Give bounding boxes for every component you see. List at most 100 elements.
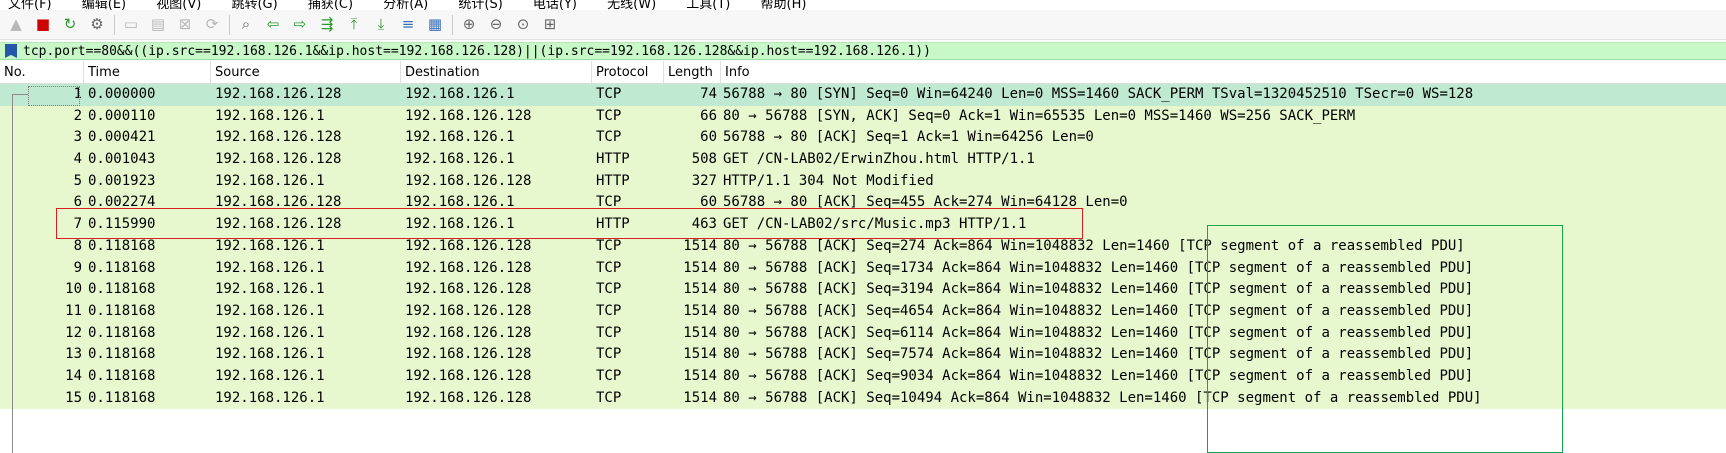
packet-row[interactable]: 3 0.000421 192.168.126.128 192.168.126.1… [0, 127, 1726, 150]
packet-destination: 192.168.126.128 [405, 259, 532, 276]
open-file-icon[interactable]: ▭ [121, 15, 141, 35]
packet-protocol: TCP [596, 324, 622, 341]
packet-row[interactable]: 11 0.118168 192.168.126.1 192.168.126.12… [0, 300, 1726, 323]
autoscroll-icon[interactable]: ≡ [398, 15, 418, 35]
packet-row[interactable]: 8 0.118168 192.168.126.1 192.168.126.128… [0, 235, 1726, 258]
packet-row[interactable]: 1 0.000000 192.168.126.128 192.168.126.1… [0, 84, 1726, 106]
packet-row[interactable]: 10 0.118168 192.168.126.1 192.168.126.12… [0, 279, 1726, 301]
stop-capture-icon[interactable]: ■ [33, 15, 53, 35]
packet-length: 1514 [683, 302, 717, 319]
packet-length: 463 [691, 216, 717, 233]
column-header-destination[interactable]: Destination [401, 61, 592, 84]
packet-time: 0.001923 [88, 172, 156, 189]
packet-number: 4 [73, 151, 82, 168]
shark-fin-icon[interactable]: ▲ [6, 15, 26, 35]
zoom-in-icon[interactable]: ⊕ [459, 15, 479, 35]
column-header-source[interactable]: Source [211, 61, 401, 84]
packet-row[interactable]: 5 0.001923 192.168.126.1 192.168.126.128… [0, 170, 1726, 193]
go-first-packet-icon[interactable]: ⤒ [344, 15, 364, 35]
packet-info: HTTP/1.1 304 Not Modified [723, 172, 934, 189]
packet-destination: 192.168.126.1 [405, 86, 515, 102]
packet-source: 192.168.126.1 [215, 302, 325, 319]
packet-length: 1514 [683, 324, 717, 341]
packet-source: 192.168.126.128 [215, 216, 342, 233]
menu-bar: 文件(F) 编辑(E) 视图(V) 跳转(G) 捕获(C) 分析(A) 统计(S… [0, 0, 1726, 12]
packet-destination: 192.168.126.1 [405, 151, 515, 168]
save-file-icon[interactable]: ▤ [148, 15, 168, 35]
packet-destination: 192.168.126.128 [405, 324, 532, 341]
close-file-icon[interactable]: ⊠ [175, 15, 195, 35]
packet-destination: 192.168.126.1 [405, 129, 515, 146]
packet-row[interactable]: 9 0.118168 192.168.126.1 192.168.126.128… [0, 257, 1726, 280]
packet-number: 5 [73, 172, 82, 189]
column-header-length[interactable]: Length [664, 61, 721, 84]
toolbar-separator [229, 14, 230, 35]
packet-info: 80 → 56788 [ACK] Seq=4654 Ack=864 Win=10… [723, 302, 1474, 319]
packet-row[interactable]: 7 0.115990 192.168.126.128 192.168.126.1… [0, 214, 1726, 236]
packet-time: 0.118168 [88, 302, 156, 319]
bookmark-icon[interactable] [5, 44, 17, 58]
packet-row[interactable]: 6 0.002274 192.168.126.128 192.168.126.1… [0, 192, 1726, 215]
packet-number: 12 [65, 324, 82, 341]
resize-columns-icon[interactable]: ⊞ [540, 15, 560, 35]
packet-length: 1514 [683, 389, 717, 406]
packet-protocol: TCP [596, 129, 622, 146]
packet-info: 56788 → 80 [SYN] Seq=0 Win=64240 Len=0 M… [723, 86, 1474, 102]
column-header-time[interactable]: Time [84, 61, 211, 84]
column-header-no[interactable]: No. [0, 61, 84, 84]
packet-protocol: HTTP [596, 172, 630, 189]
packet-row[interactable]: 4 0.001043 192.168.126.128 192.168.126.1… [0, 149, 1726, 171]
conversation-tree-line [12, 94, 13, 453]
packet-length: 1514 [683, 346, 717, 363]
packet-row[interactable]: 2 0.000110 192.168.126.1 192.168.126.128… [0, 105, 1726, 128]
packet-source: 192.168.126.1 [215, 259, 325, 276]
zoom-normal-icon[interactable]: ⊙ [513, 15, 533, 35]
colorize-icon[interactable]: ▦ [425, 15, 445, 35]
packet-destination: 192.168.126.128 [405, 281, 532, 298]
packet-destination: 192.168.126.128 [405, 389, 532, 406]
packet-time: 0.118168 [88, 346, 156, 363]
zoom-out-icon[interactable]: ⊖ [486, 15, 506, 35]
packet-info: 56788 → 80 [ACK] Seq=1 Ack=1 Win=64256 L… [723, 129, 1094, 146]
toolbar-separator [114, 14, 115, 35]
packet-number: 8 [73, 237, 82, 254]
column-header-info[interactable]: Info [721, 61, 1726, 84]
packet-info: 80 → 56788 [ACK] Seq=6114 Ack=864 Win=10… [723, 324, 1474, 341]
packet-length: 327 [691, 172, 717, 189]
go-last-packet-icon[interactable]: ⤓ [371, 15, 391, 35]
capture-options-icon[interactable]: ⚙ [87, 15, 107, 35]
packet-protocol: HTTP [596, 216, 630, 233]
packet-number: 14 [65, 367, 82, 384]
packet-number: 13 [65, 346, 82, 363]
packet-length: 60 [700, 129, 717, 146]
packet-number: 6 [73, 194, 82, 211]
packet-row[interactable]: 14 0.118168 192.168.126.1 192.168.126.12… [0, 365, 1726, 388]
packet-row[interactable]: 12 0.118168 192.168.126.1 192.168.126.12… [0, 322, 1726, 345]
reload-file-icon[interactable]: ⟳ [202, 15, 222, 35]
packet-destination: 192.168.126.128 [405, 107, 532, 124]
packet-length: 508 [691, 151, 717, 168]
packet-protocol: TCP [596, 281, 622, 298]
packet-time: 0.002274 [88, 194, 156, 211]
restart-capture-icon[interactable]: ↻ [60, 15, 80, 35]
packet-info: GET /CN-LAB02/src/Music.mp3 HTTP/1.1 [723, 216, 1027, 233]
packet-row[interactable]: 13 0.118168 192.168.126.1 192.168.126.12… [0, 344, 1726, 366]
packet-info: 56788 → 80 [ACK] Seq=455 Ack=274 Win=641… [723, 194, 1128, 211]
packet-row[interactable]: 15 0.118168 192.168.126.1 192.168.126.12… [0, 387, 1726, 410]
packet-protocol: TCP [596, 237, 622, 254]
go-forward-icon[interactable]: ⇨ [290, 15, 310, 35]
packet-length: 1514 [683, 367, 717, 384]
display-filter-input[interactable]: tcp.port==80&&((ip.src==192.168.126.1&&i… [23, 44, 931, 59]
packet-info: GET /CN-LAB02/ErwinZhou.html HTTP/1.1 [723, 151, 1035, 168]
packet-protocol: TCP [596, 389, 622, 406]
find-packet-icon[interactable]: ⌕ [236, 15, 256, 35]
packet-info: 80 → 56788 [ACK] Seq=10494 Ack=864 Win=1… [723, 389, 1482, 406]
packet-length: 1514 [683, 281, 717, 298]
packet-destination: 192.168.126.128 [405, 172, 532, 189]
go-back-icon[interactable]: ⇦ [263, 15, 283, 35]
display-filter-bar[interactable]: tcp.port==80&&((ip.src==192.168.126.1&&i… [0, 42, 1726, 60]
packet-source: 192.168.126.1 [215, 389, 325, 406]
go-to-packet-icon[interactable]: ⇶ [317, 15, 337, 35]
packet-source: 192.168.126.1 [215, 237, 325, 254]
column-header-protocol[interactable]: Protocol [592, 61, 664, 84]
